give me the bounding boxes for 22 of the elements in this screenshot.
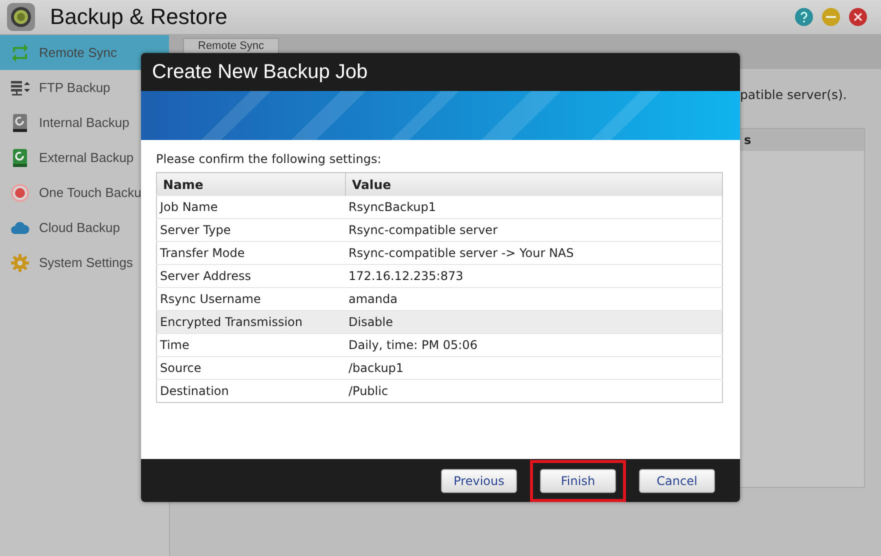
table-cell: Rsync-compatible server -> Your NAS [346,242,722,264]
column-header: s [744,133,752,147]
table-cell: Time [156,334,346,356]
table-cell: 172.16.12.235:873 [346,264,722,288]
description-text: patible server(s). [740,87,847,104]
table-cell: RsyncBackup1 [346,196,722,218]
table-cell: Disable [346,310,722,334]
table-cell: Source [156,356,346,380]
column-header: Value [346,172,722,196]
table-cell: /Public [346,380,722,402]
window-title: Backup & Restore [50,4,228,30]
table-cell: Encrypted Transmission [156,310,346,334]
table-cell: /backup1 [346,356,722,380]
table-cell: Destination [156,380,346,402]
table-cell: Daily, time: PM 05:06 [346,334,722,356]
prompt-text: Please confirm the following settings: [156,152,382,166]
column-header: Name [156,172,346,196]
table-cell: Transfer Mode [156,242,346,264]
table-cell: Job Name [156,196,346,218]
table-cell: Rsync-compatible server [346,218,722,242]
table-cell: Server Address [156,264,346,288]
table-cell: Server Type [156,218,346,242]
